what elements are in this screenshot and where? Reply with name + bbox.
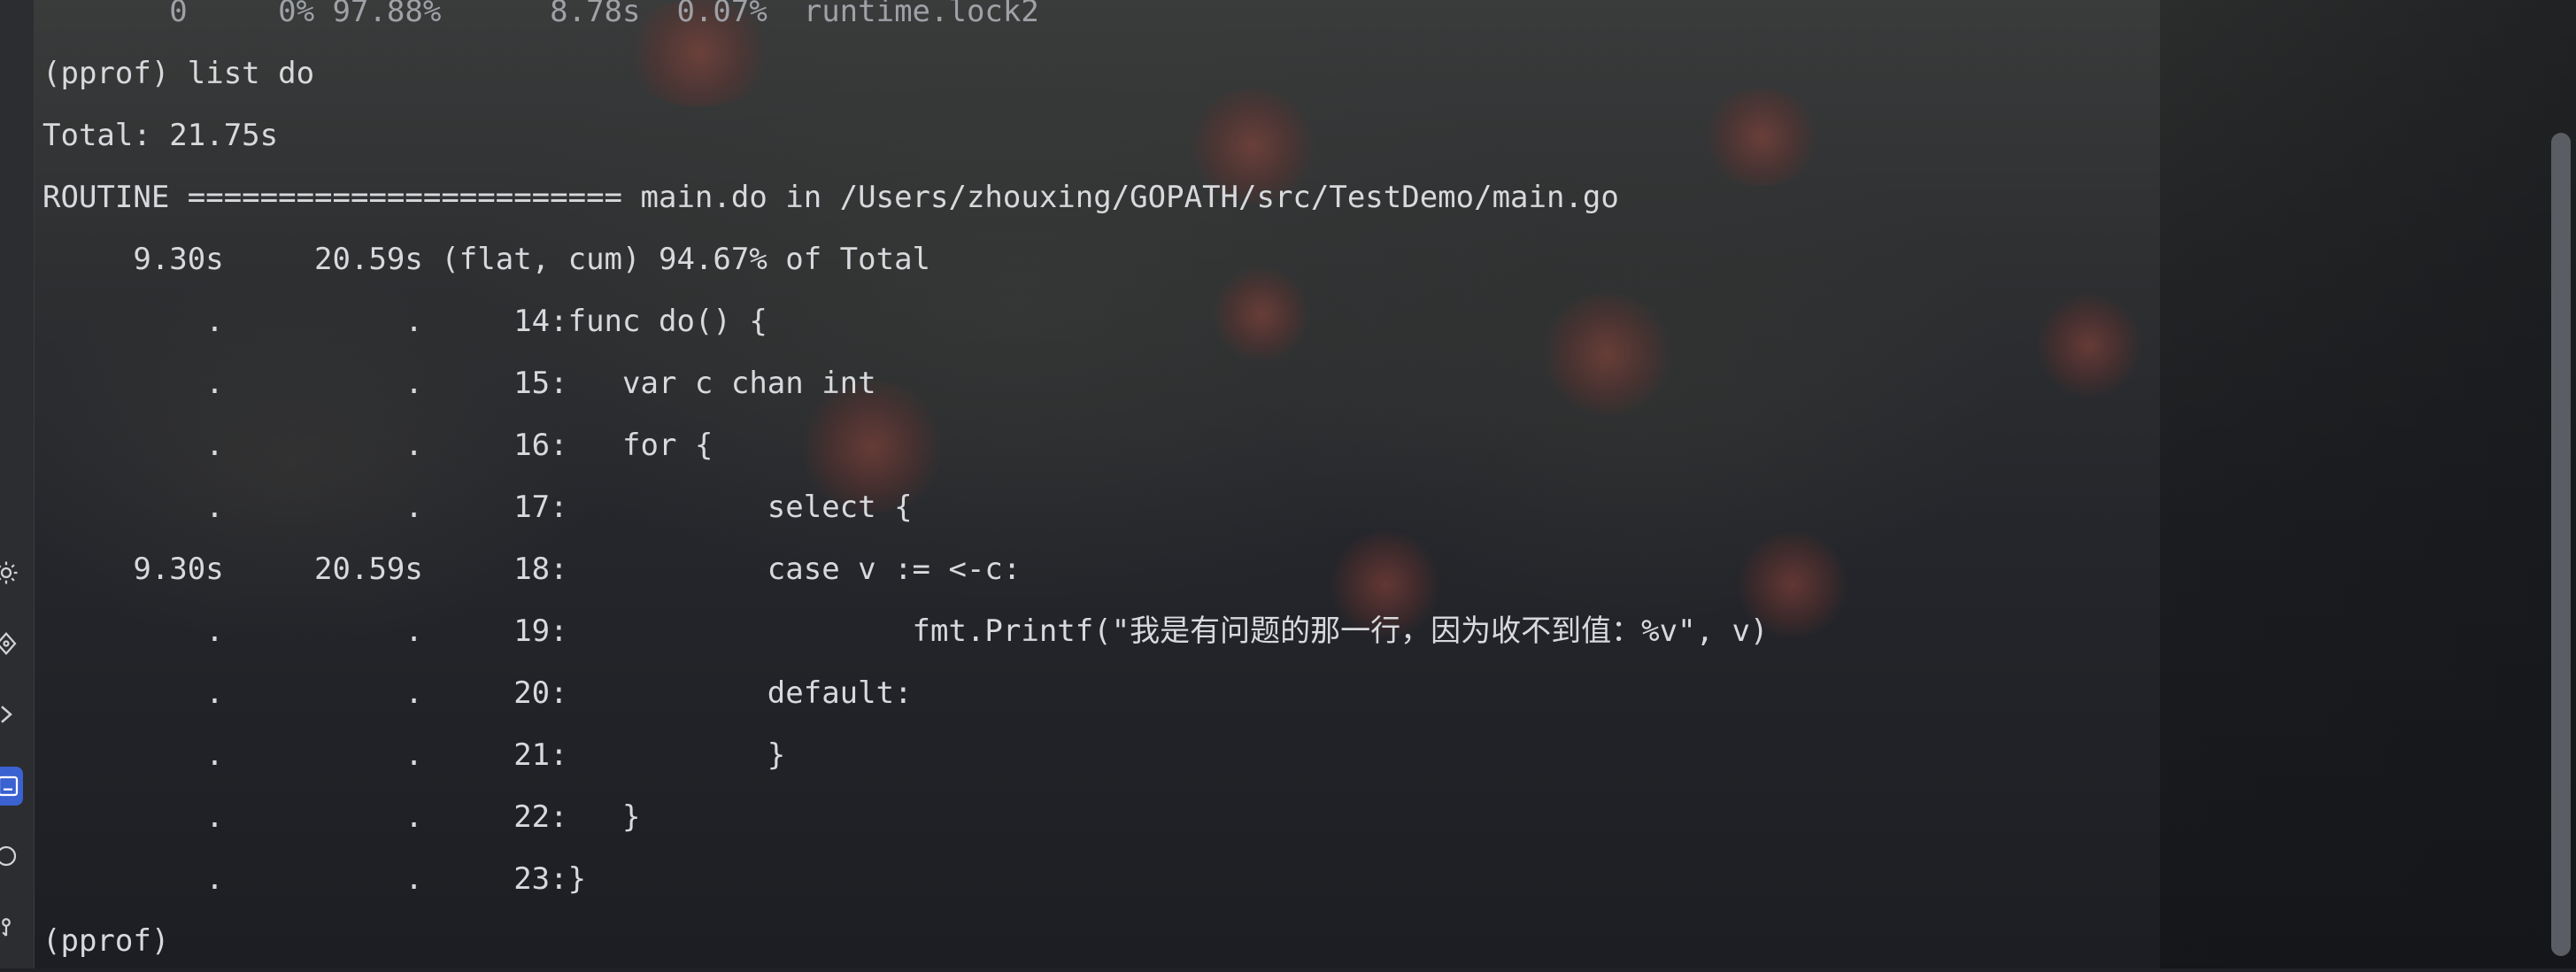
git-icon[interactable] (0, 912, 21, 942)
terminal-line: . . 21: } (42, 737, 786, 773)
terminal-line: (pprof) list do (42, 56, 315, 91)
terminal-prompt[interactable]: (pprof) (42, 910, 1768, 972)
terminal-line: . . 16: for { (42, 428, 713, 463)
terminal-line: Total: 21.75s (42, 118, 279, 153)
plugin-icon[interactable] (0, 629, 21, 659)
terminal-line: . . 19: fmt.Printf("我是有问题的那一行，因为收不到值：%v"… (42, 613, 1769, 649)
scrollbar-thumb[interactable] (2551, 133, 2571, 956)
terminal-line: 9.30s 20.59s (flat, cum) 94.67% of Total (42, 242, 931, 277)
terminal-line: ROUTINE ======================== main.do… (42, 180, 1619, 215)
terminal-line: . . 23:} (42, 861, 587, 897)
sun-icon[interactable] (0, 558, 21, 588)
terminal-output[interactable]: 0 0% 97.88% 8.78s 0.07% runtime.lock2 (p… (42, 0, 1768, 972)
terminal-line: . . 15: var c chan int (42, 366, 876, 401)
terminal-line: . . 17: select { (42, 490, 913, 525)
terminal-scrollbar[interactable] (2546, 0, 2576, 968)
terminal-line: . . 22: } (42, 799, 641, 835)
terminal-line: 0 0% 97.88% 8.78s 0.07% runtime.lock2 (42, 0, 1039, 29)
run-icon[interactable] (0, 699, 21, 729)
terminal-line: . . 20: default: (42, 675, 913, 711)
terminal-line: . . 14:func do() { (42, 304, 767, 339)
terminal-line: 9.30s 20.59s 18: case v := <-c: (42, 552, 1022, 587)
circle-icon[interactable] (0, 841, 21, 871)
tool-window-gutter (0, 0, 35, 968)
terminal-icon[interactable] (0, 767, 23, 806)
